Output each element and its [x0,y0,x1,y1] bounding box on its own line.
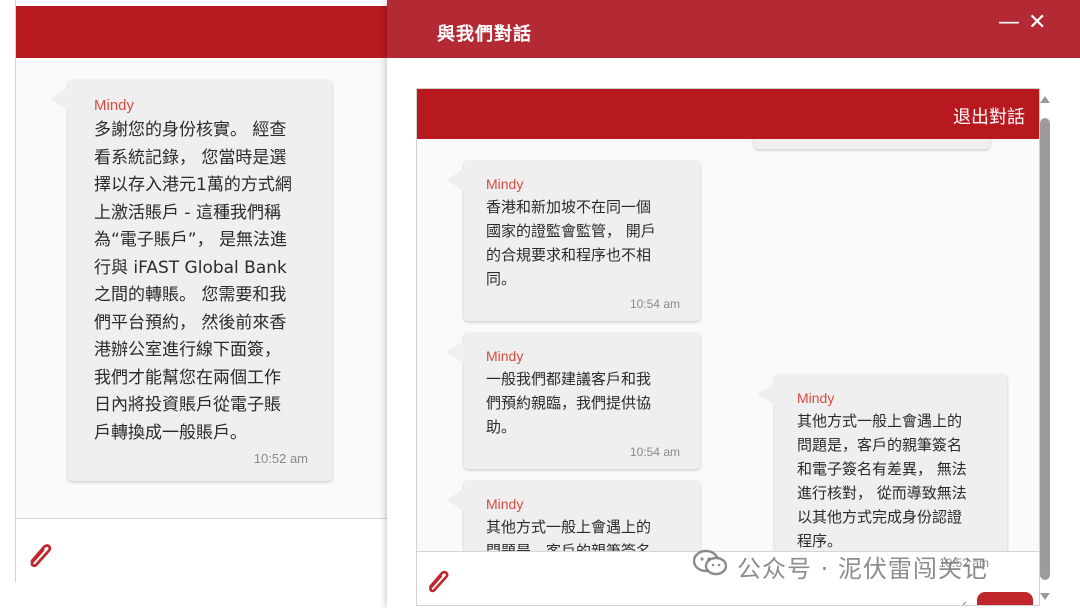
message-feed[interactable]: Mindy 香港和新加坡不在同一個 國家的證監會監管， 開戶 的合規要求和程序也… [417,139,1039,551]
message-text: 一般我們都建議客戶和我 們預約親臨，我們提供協 助。 [486,370,652,436]
paperclip-icon[interactable] [24,539,54,573]
message-text: 香港和新加坡不在同一個 國家的證監會監管， 開戶 的合規要求和程序也不相 同。 [486,198,656,288]
message-bubble: Mindy 其他方式一般上會遇上的 問題是，客戶的親筆簽名 [446,481,700,551]
exit-chat-button[interactable]: 退出對話 [953,103,1025,129]
scroll-up-icon[interactable] [1040,96,1050,103]
message-time: 10:54 am [629,297,680,311]
close-button[interactable]: ✕ [1028,12,1046,34]
chat-window-title-bar: 與我們對話 — ✕ [387,0,1080,58]
scrollbar[interactable] [1039,96,1051,602]
message-sender: Mindy [797,390,835,406]
message-bubble: Mindy 香港和新加坡不在同一個 國家的證監會監管， 開戶 的合規要求和程序也… [446,161,700,321]
minimize-button[interactable]: — [998,12,1020,34]
watermark: 公众号 · 泥伏雷闯关记 [692,548,988,584]
message-bubble: Mindy 一般我們都建議客戶和我 們預約親臨，我們提供協 助。 10:54 a… [446,333,700,469]
background-chat-window: Mindy 多謝您的身份核實。 經查 看系統記錄， 您當時是選 擇以存入港元1萬… [15,0,388,582]
chat-window-title: 與我們對話 [437,24,532,45]
resize-handle-icon[interactable] [957,596,967,605]
background-message-feed: Mindy 多謝您的身份核實。 經查 看系統記錄， 您當時是選 擇以存入港元1萬… [16,58,388,518]
previous-message-bubble [754,139,990,149]
chat-header-bar: 退出對話 [417,89,1039,139]
message-sender: Mindy [94,97,135,114]
send-button[interactable] [977,592,1033,605]
chat-panel: 退出對話 Mindy 香港和新加坡不在同一個 國家的證監會監管， 開戶 的合規要… [416,88,1040,606]
watermark-text: 公众号 · 泥伏雷闯关记 [737,554,988,583]
scrollbar-thumb[interactable] [1040,118,1050,580]
message-text: 其他方式一般上會遇上的 問題是，客戶的親筆簽名 [486,518,652,551]
message-sender: Mindy [486,348,524,364]
message-bubble: Mindy 其他方式一般上會遇上的 問題是，客戶的親筆簽名 和電子簽名有差異， … [757,375,1007,551]
background-input-area[interactable] [16,518,388,580]
message-text: 其他方式一般上會遇上的 問題是，客戶的親筆簽名 和電子簽名有差異， 無法 進行核… [797,412,967,550]
message-time: 10:54 am [629,445,680,459]
message-bubble: Mindy 多謝您的身份核實。 經查 看系統記錄， 您當時是選 擇以存入港元1萬… [50,80,332,481]
message-time: 10:52 am [253,451,308,466]
wechat-logo-icon [692,549,728,583]
message-text: 多謝您的身份核實。 經查 看系統記錄， 您當時是選 擇以存入港元1萬的方式網 上… [94,120,292,443]
scroll-down-icon[interactable] [1040,593,1050,600]
chat-window: 與我們對話 — ✕ 退出對話 Mindy 香港和新加坡不在同一個 國家的證監會監… [387,0,1080,608]
message-sender: Mindy [486,496,524,512]
message-sender: Mindy [486,176,524,192]
paperclip-icon[interactable] [423,566,451,598]
background-chat-header [16,6,388,58]
